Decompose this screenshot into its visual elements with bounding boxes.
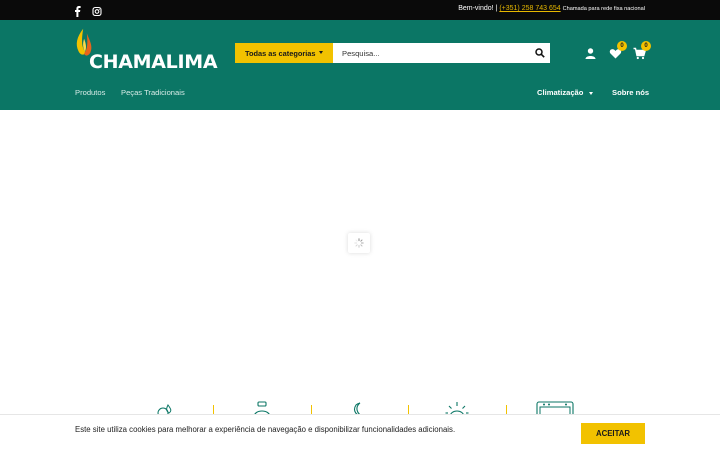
user-account-icon[interactable]: [584, 47, 597, 60]
search-bar: Todas as categorias: [235, 43, 550, 63]
category-select[interactable]: Todas as categorias: [235, 43, 333, 63]
nav-climatizacao-label: Climatização: [537, 88, 584, 97]
search-input[interactable]: [333, 43, 530, 63]
social-links: [73, 4, 102, 17]
loading-spinner: [348, 233, 370, 253]
site-header: CHAMALIMA Todas as categorias 0 0 Produt…: [0, 20, 720, 110]
logo[interactable]: CHAMALIMA: [75, 26, 218, 73]
accept-cookies-button[interactable]: ACEITAR: [581, 423, 645, 444]
search-button[interactable]: [530, 43, 550, 63]
nav-item-climatizacao[interactable]: Climatização: [537, 88, 594, 97]
feature-strip: [0, 396, 720, 417]
facebook-icon[interactable]: [73, 4, 83, 17]
nav-item-produtos[interactable]: Produtos: [75, 88, 105, 97]
cookie-message: Este site utiliza cookies para melhorar …: [75, 425, 456, 434]
chevron-down-icon: [589, 91, 594, 95]
top-bar: Bem-vindo! | (+351) 258 743 654 Chamada …: [0, 0, 720, 20]
nav-item-sobre-nos[interactable]: Sobre nós: [612, 88, 649, 97]
cart-count-badge: 0: [641, 41, 651, 51]
nav-item-pecas-tradicionais[interactable]: Peças Tradicionais: [121, 88, 185, 97]
phone-note: Chamada para rede fixa nacional: [562, 6, 645, 12]
category-select-label: Todas as categorias: [245, 48, 316, 58]
search-icon: [535, 48, 545, 58]
wishlist-count-badge: 0: [617, 41, 627, 51]
cookie-banner: Este site utiliza cookies para melhorar …: [0, 414, 720, 450]
instagram-icon[interactable]: [92, 4, 102, 17]
chevron-down-icon: [319, 51, 323, 54]
welcome-label: Bem-vindo! |: [458, 5, 498, 12]
phone-link[interactable]: (+351) 258 743 654: [499, 5, 560, 12]
welcome-text: Bem-vindo! | (+351) 258 743 654 Chamada …: [458, 5, 645, 12]
spinner-icon: [354, 238, 364, 248]
brand-name: CHAMALIMA: [89, 51, 218, 73]
